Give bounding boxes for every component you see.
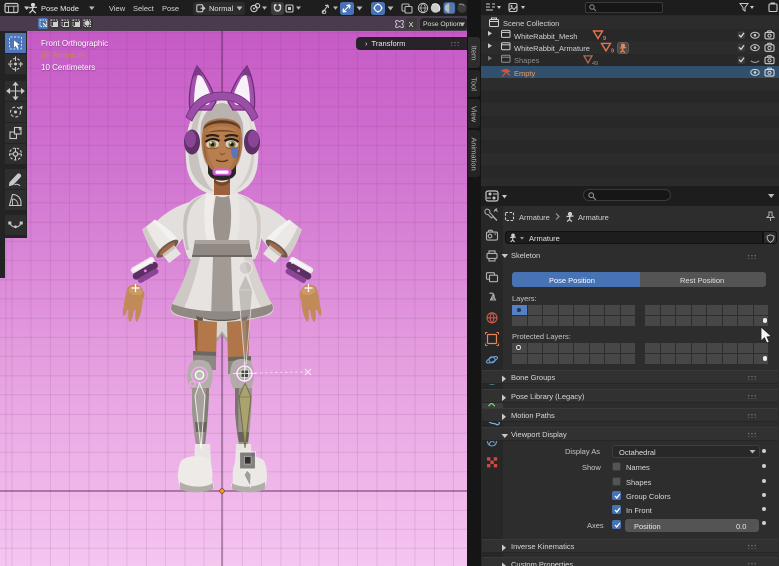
svg-text:49: 49 xyxy=(592,61,598,67)
svg-text:Armature: Armature xyxy=(519,213,550,222)
svg-text:Armature: Armature xyxy=(578,213,609,222)
svg-text:9: 9 xyxy=(611,49,614,55)
svg-text:9: 9 xyxy=(603,36,606,42)
